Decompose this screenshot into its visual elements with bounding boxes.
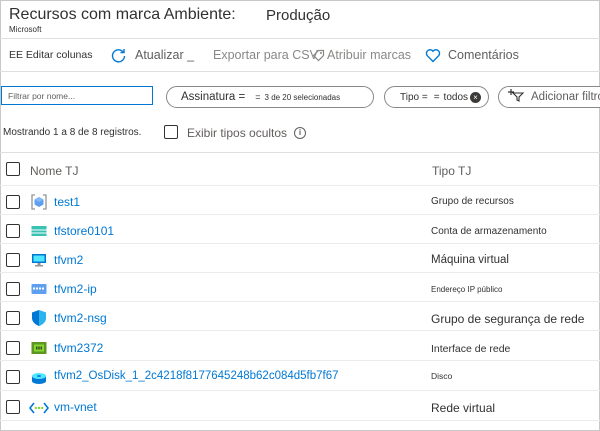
resource-name-link[interactable]: tfvm2372 — [54, 341, 103, 355]
records-count: Mostrando 1 a 8 de 8 registros. — [3, 127, 142, 138]
vnet-icon — [28, 401, 50, 414]
row-divider — [0, 330, 600, 331]
show-hidden-types-checkbox[interactable] — [164, 125, 178, 139]
resource-name-link[interactable]: tfvm2-nsg — [54, 311, 107, 325]
resource-type: Interface de rede — [431, 343, 511, 355]
public-ip-icon — [31, 281, 47, 297]
row-divider — [0, 185, 600, 186]
network-interface-icon — [31, 340, 47, 356]
resource-type: Conta de armazenamento — [431, 226, 547, 237]
virtual-machine-icon — [31, 252, 47, 268]
equals-sign: = — [433, 91, 440, 103]
export-csv-button[interactable]: Exportar para CSV — [213, 46, 318, 64]
subscription-filter-pill[interactable]: Assinatura = = 3 de 20 selecionadas — [166, 86, 374, 108]
resource-type: Disco — [431, 371, 453, 381]
resource-name-link[interactable]: tfvm2 — [54, 253, 83, 267]
row-divider — [0, 390, 600, 391]
row-divider — [0, 243, 600, 244]
resource-group-icon — [31, 194, 47, 210]
type-filter-pill[interactable]: Tipo = = todos × — [384, 86, 489, 108]
resource-type: Rede virtual — [431, 401, 496, 415]
type-filter-label: Tipo = — [400, 91, 428, 103]
select-all-checkbox[interactable] — [6, 162, 20, 176]
add-filter-label: Adicionar filtro — [531, 91, 600, 103]
window-frame — [0, 0, 600, 431]
storage-account-icon — [31, 223, 47, 239]
row-checkbox[interactable] — [6, 224, 20, 238]
subscription-filter-label: Assinatura = — [181, 91, 246, 103]
row-divider — [0, 360, 600, 361]
export-csv-label: Exportar para CSV — [213, 48, 318, 62]
refresh-label: Atualizar _ — [135, 48, 195, 62]
refresh-button[interactable]: Atualizar _ — [110, 46, 194, 64]
tag-icon — [312, 49, 325, 62]
header-divider — [0, 38, 600, 39]
add-filter-icon — [507, 88, 525, 107]
row-checkbox[interactable] — [6, 400, 20, 414]
feedback-button[interactable]: Comentários — [425, 46, 519, 64]
row-divider — [0, 214, 600, 215]
row-checkbox[interactable] — [6, 341, 20, 355]
environment-value: Produção — [266, 7, 331, 24]
row-checkbox[interactable] — [6, 370, 20, 384]
filter-by-name-input[interactable]: Filtrar por nome... — [1, 86, 153, 105]
add-filter-button[interactable]: Adicionar filtro — [498, 86, 600, 108]
subscription-filter-value: 3 de 20 selecionadas — [264, 92, 341, 102]
feedback-label: Comentários — [448, 48, 519, 62]
assign-tags-button[interactable]: Atribuir marcas — [312, 46, 411, 64]
type-filter-value: todos — [443, 91, 469, 103]
resource-type: Grupo de segurança de rede — [431, 312, 585, 326]
page-title: Recursos com marca Ambiente: — [9, 6, 236, 23]
resource-name-link[interactable]: tfvm2_OsDisk_1_2c4218f8177645248b62c084d… — [54, 370, 339, 382]
refresh-icon — [110, 47, 127, 64]
show-hidden-types-label: Exibir tipos ocultos — [187, 126, 288, 140]
row-checkbox[interactable] — [6, 253, 20, 267]
row-checkbox[interactable] — [6, 282, 20, 296]
edit-columns-label: EE Editar colunas — [9, 49, 93, 61]
edit-columns-button[interactable]: EE Editar colunas — [9, 46, 92, 64]
resource-type: Máquina virtual — [431, 254, 509, 266]
row-checkbox[interactable] — [6, 311, 20, 325]
heart-icon — [425, 48, 441, 63]
disk-icon — [31, 369, 47, 385]
row-checkbox[interactable] — [6, 195, 20, 209]
page-subtitle: Microsoft — [9, 25, 42, 34]
resource-name-link[interactable]: tfvm2-ip — [54, 282, 97, 296]
resource-type: Endereço IP público — [431, 285, 503, 294]
info-icon[interactable]: i — [294, 127, 306, 139]
filter-placeholder: Filtrar por nome... — [8, 90, 76, 101]
equals-sign: = — [255, 92, 261, 102]
nsg-shield-icon — [31, 309, 47, 326]
row-divider — [0, 420, 600, 421]
resource-name-link[interactable]: tfstore0101 — [54, 224, 114, 238]
resource-name-link[interactable]: vm-vnet — [54, 400, 97, 414]
clear-filter-icon[interactable]: × — [470, 91, 482, 103]
row-divider — [0, 301, 600, 302]
resource-name-link[interactable]: test1 — [54, 195, 80, 209]
type-column-header[interactable]: Tipo TJ — [432, 164, 471, 178]
toolbar-divider — [0, 71, 600, 72]
assign-tags-label: Atribuir marcas — [327, 48, 412, 62]
name-column-header[interactable]: Nome TJ — [30, 164, 78, 178]
row-divider — [0, 272, 600, 273]
table-top-divider — [0, 152, 600, 153]
resource-type: Grupo de recursos — [431, 196, 514, 207]
